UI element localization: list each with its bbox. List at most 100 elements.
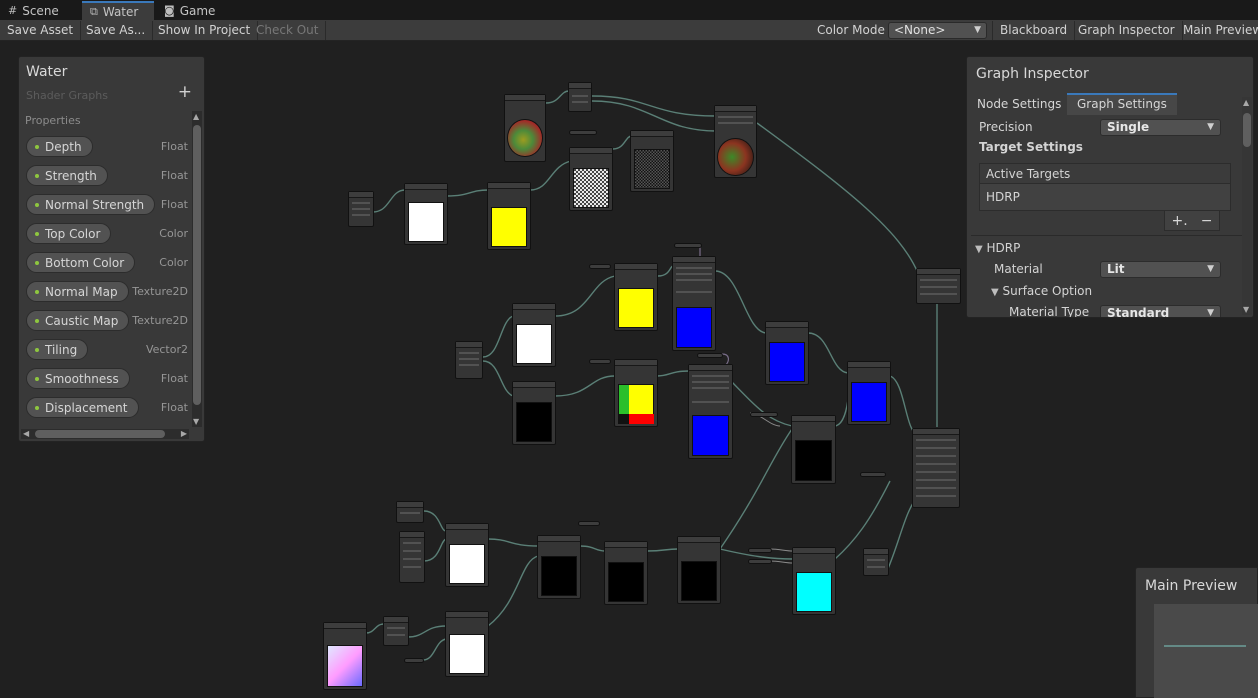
sample-texture-node[interactable] <box>672 256 716 351</box>
hdrp-foldout[interactable]: ▼ HDRP <box>975 241 1020 255</box>
tiling-offset-node-3[interactable] <box>614 359 658 427</box>
check-out-button[interactable]: Check Out <box>249 21 327 40</box>
property-chip[interactable] <box>589 264 611 269</box>
property-chip[interactable] <box>860 472 886 477</box>
property-item-strength[interactable]: Strength <box>26 165 108 186</box>
tab-game[interactable]: ◙ Game <box>156 1 226 20</box>
tab-graph-settings[interactable]: Graph Settings <box>1067 93 1177 115</box>
sample-texture-node-2[interactable] <box>688 364 733 459</box>
blackboard-vertical-scrollbar[interactable]: ▲ ▼ <box>192 111 202 427</box>
surface-option-foldout[interactable]: ▼ Surface Option <box>991 284 1092 298</box>
scene-depth-node[interactable] <box>396 501 424 523</box>
split-alpha-node[interactable] <box>863 548 889 576</box>
main-preview-toggle[interactable]: Main Preview <box>1176 21 1258 40</box>
tab-node-settings[interactable]: Node Settings <box>967 93 1071 115</box>
screen-position-preview-node[interactable] <box>323 622 367 690</box>
normal-strength-node[interactable] <box>847 361 891 425</box>
property-item-caustic-map[interactable]: Caustic Map <box>26 310 130 331</box>
sample-normal-map-node[interactable] <box>504 94 546 162</box>
property-type: Float <box>160 198 188 211</box>
scroll-thumb[interactable] <box>1243 113 1251 147</box>
property-item-smoothness[interactable]: Smoothness <box>26 368 130 389</box>
split-node-3[interactable] <box>383 616 409 646</box>
graph-inspector-panel: Graph Inspector Node Settings Graph Sett… <box>966 56 1254 318</box>
one-minus-node[interactable] <box>512 303 556 367</box>
scroll-thumb[interactable] <box>35 430 165 438</box>
scroll-thumb[interactable] <box>193 125 201 405</box>
vertex-master-block[interactable] <box>916 268 961 304</box>
scroll-down-icon[interactable]: ▼ <box>1243 305 1249 314</box>
saturate-node[interactable] <box>512 381 556 445</box>
foldout-arrow-icon: ▼ <box>991 287 999 298</box>
property-item-displacement[interactable]: Displacement <box>26 397 139 418</box>
remove-target-button[interactable]: − <box>1201 213 1213 229</box>
tab-water[interactable]: ⧉ Water <box>82 1 154 20</box>
property-item-normal-map[interactable]: Normal Map <box>26 281 129 302</box>
property-chip[interactable] <box>750 412 778 417</box>
properties-section-label: Properties <box>25 114 81 127</box>
tab-scene[interactable]: # Scene <box>0 1 80 20</box>
lerp-node[interactable] <box>791 415 836 484</box>
uv-node[interactable] <box>348 191 374 227</box>
add-target-button[interactable]: +. <box>1172 213 1188 229</box>
property-item-normal-strength[interactable]: Normal Strength <box>26 194 156 215</box>
fragment-master-block[interactable] <box>912 428 960 508</box>
add-node[interactable] <box>765 321 809 385</box>
power-node[interactable] <box>677 536 721 604</box>
tiling-offset-node[interactable] <box>487 182 531 250</box>
property-chip[interactable] <box>748 548 772 553</box>
blackboard-horizontal-scrollbar[interactable]: ◀ ▶ <box>21 429 189 439</box>
simple-noise-node[interactable] <box>569 147 613 211</box>
precision-select[interactable]: Single ▼ <box>1100 119 1221 136</box>
show-in-project-button[interactable]: Show In Project <box>151 21 259 40</box>
material-type-select[interactable]: Standard ▼ <box>1100 305 1221 317</box>
dropdown-arrow-icon: ▼ <box>974 25 981 35</box>
divide-node[interactable] <box>537 535 581 599</box>
exposed-dot-icon <box>35 376 39 381</box>
property-chip[interactable] <box>674 243 702 248</box>
scroll-down-icon[interactable]: ▼ <box>193 417 199 426</box>
property-chip[interactable] <box>578 521 600 526</box>
add-node-2[interactable] <box>445 611 489 677</box>
multiply-node[interactable] <box>404 183 448 245</box>
scroll-up-icon[interactable]: ▲ <box>193 112 199 121</box>
tiling-offset-node-2[interactable] <box>614 263 658 331</box>
property-item-top-color[interactable]: Top Color <box>26 223 112 244</box>
scroll-up-icon[interactable]: ▲ <box>1243 98 1249 107</box>
property-chip[interactable] <box>589 359 611 364</box>
exposed-dot-icon <box>35 318 39 323</box>
property-item-depth[interactable]: Depth <box>26 136 93 157</box>
screen-position-node[interactable] <box>399 531 425 583</box>
gradient-noise-node[interactable] <box>630 130 674 192</box>
property-name: Caustic Map <box>45 313 119 328</box>
color-lerp-node[interactable] <box>792 547 836 615</box>
normal-blend-node[interactable] <box>714 105 757 178</box>
blackboard-toggle[interactable]: Blackboard <box>992 21 1076 40</box>
material-select[interactable]: Lit ▼ <box>1100 261 1221 278</box>
subtract-node[interactable] <box>445 523 489 587</box>
add-property-button[interactable]: + <box>178 82 192 102</box>
target-item-hdrp[interactable]: HDRP <box>980 184 1230 210</box>
save-asset-button[interactable]: Save Asset <box>0 21 82 40</box>
property-item-tiling[interactable]: Tiling <box>26 339 89 360</box>
material-type-label: Material Type <box>1009 305 1090 318</box>
graph-inspector-toggle[interactable]: Graph Inspector <box>1071 21 1183 40</box>
scroll-left-icon[interactable]: ◀ <box>23 429 29 438</box>
inspector-scrollbar[interactable]: ▲ ▼ <box>1242 97 1252 315</box>
property-chip[interactable] <box>748 559 772 564</box>
split-node[interactable] <box>568 82 592 112</box>
property-type: Color <box>159 256 188 269</box>
saturate-node-2[interactable] <box>604 541 648 605</box>
scroll-right-icon[interactable]: ▶ <box>181 429 187 438</box>
property-chip[interactable] <box>404 658 424 663</box>
exposed-dot-icon <box>35 260 39 265</box>
main-preview-viewport[interactable] <box>1154 604 1258 698</box>
dropdown-arrow-icon: ▼ <box>1207 264 1214 274</box>
save-as-button[interactable]: Save As... <box>79 21 154 40</box>
property-chip[interactable] <box>697 353 723 358</box>
property-chip[interactable] <box>569 130 597 135</box>
exposed-dot-icon <box>35 202 39 207</box>
property-item-bottom-color[interactable]: Bottom Color <box>26 252 136 273</box>
color-mode-select[interactable]: <None> ▼ <box>888 22 987 39</box>
split-node-2[interactable] <box>455 341 483 379</box>
